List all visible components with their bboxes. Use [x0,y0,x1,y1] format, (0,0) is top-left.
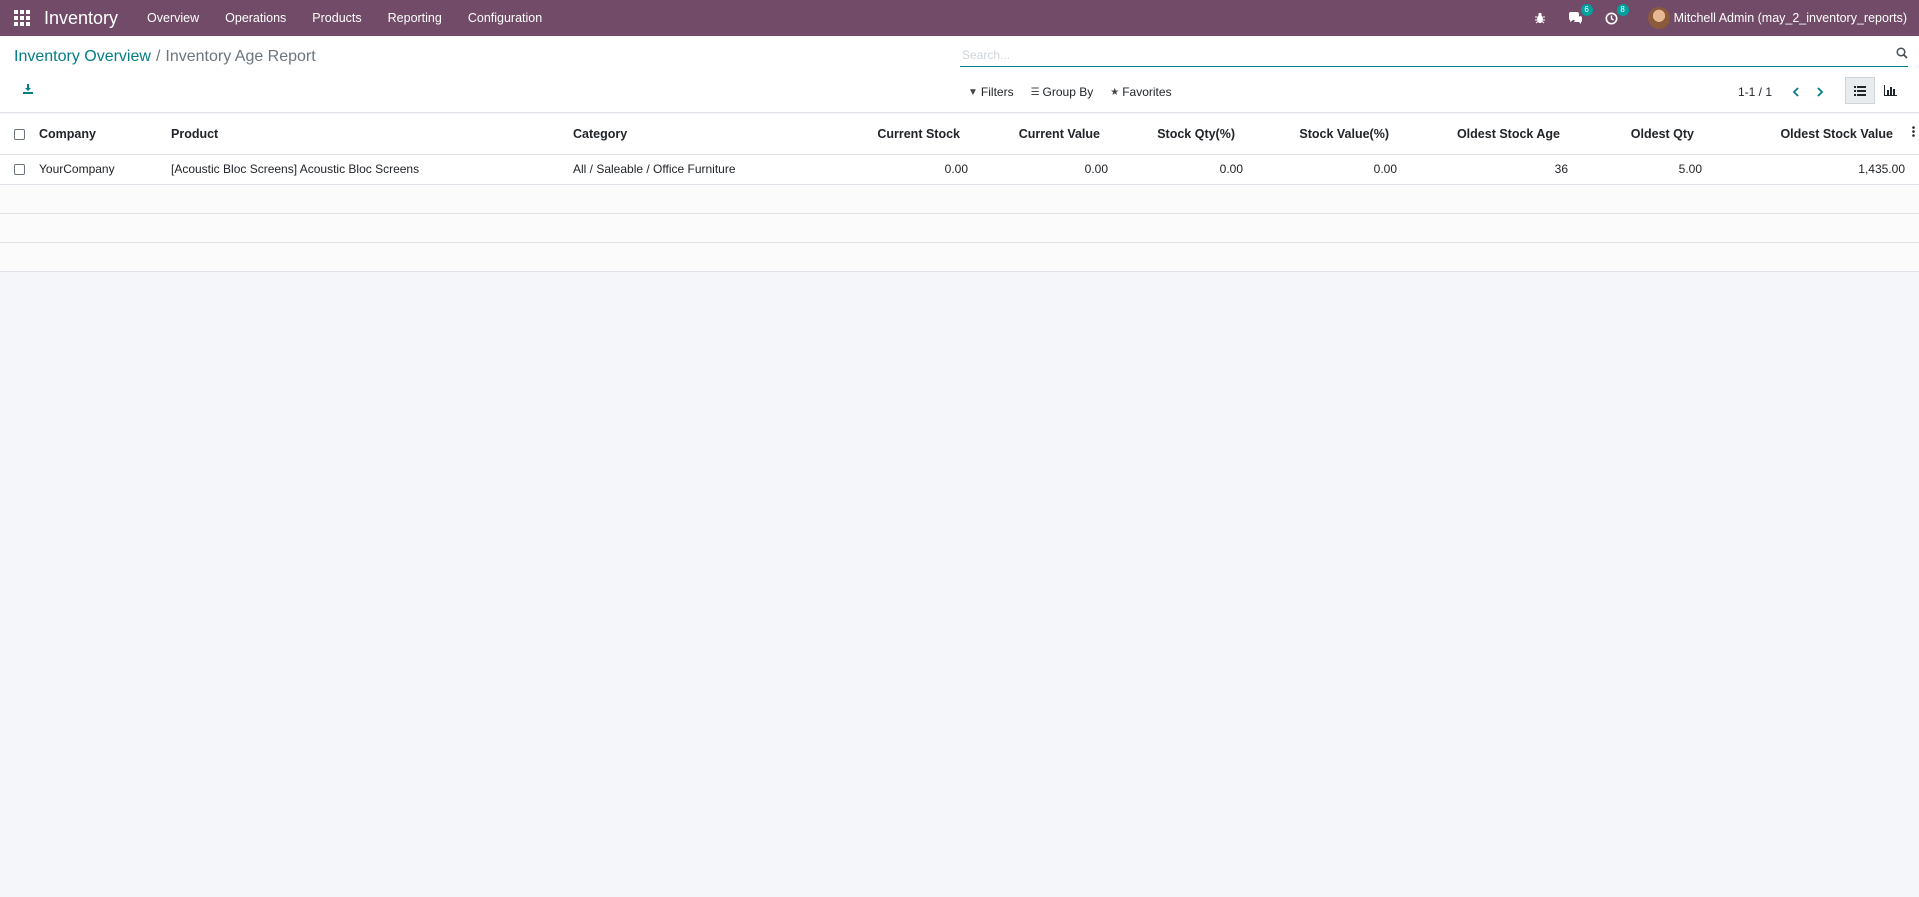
optional-columns-icon[interactable] [1912,126,1915,140]
empty-row-cell [0,242,1919,272]
breadcrumb-current: Inventory Age Report [165,48,316,65]
menu-reporting[interactable]: Reporting [375,0,455,36]
cell-stock-value-pct[interactable]: 0.00 [1249,154,1403,185]
row-select-cell [0,154,33,185]
bug-icon[interactable] [1532,10,1548,26]
main-menu: Overview Operations Products Reporting C… [134,0,555,36]
download-icon [23,84,33,94]
cell-current-stock[interactable]: 0.00 [834,154,974,185]
list-view: Company Product Category Current Stock C… [0,114,1919,272]
empty-row [0,184,1919,214]
apps-menu-icon[interactable] [0,0,44,36]
app-brand[interactable]: Inventory [44,8,118,29]
favorites-label: Favorites [1122,85,1172,99]
user-menu[interactable]: Mitchell Admin (may_2_inventory_reports) [1674,11,1907,25]
select-all-checkbox[interactable] [14,128,25,140]
star-icon: ★ [1110,86,1120,98]
group-by-button[interactable]: ☰ Group By [1031,85,1094,99]
empty-row-cell [0,184,1919,214]
list-icon [1854,85,1866,96]
empty-row [0,242,1919,272]
bar-chart-icon [1883,85,1897,96]
search-bar [960,45,1908,67]
menu-overview[interactable]: Overview [134,0,212,36]
col-current-value[interactable]: Current Value [974,114,1114,155]
favorites-button[interactable]: ★ Favorites [1110,85,1171,99]
col-stock-value-pct[interactable]: Stock Value(%) [1249,114,1403,155]
table-row[interactable]: YourCompany [Acoustic Bloc Screens] Acou… [0,154,1919,185]
col-oldest-stock-value-label: Oldest Stock Value [1780,126,1893,141]
messages-badge: 6 [1580,4,1593,16]
breadcrumb: Inventory Overview / Inventory Age Repor… [14,48,316,66]
chevron-right-icon [1817,87,1824,97]
graph-view-button[interactable] [1875,77,1905,104]
col-category[interactable]: Category [567,114,834,155]
bars-icon: ☰ [1030,86,1040,98]
table-header-row: Company Product Category Current Stock C… [0,114,1919,155]
download-xlsx-button[interactable] [22,83,34,98]
chevron-left-icon [1792,87,1799,97]
cell-product[interactable]: [Acoustic Bloc Screens] Acoustic Bloc Sc… [165,154,567,185]
menu-operations[interactable]: Operations [212,0,299,36]
col-stock-qty-pct[interactable]: Stock Qty(%) [1114,114,1249,155]
col-oldest-stock-value[interactable]: Oldest Stock Value [1708,114,1919,155]
inventory-age-table: Company Product Category Current Stock C… [0,114,1919,272]
col-oldest-stock-age[interactable]: Oldest Stock Age [1403,114,1574,155]
systray: 6 8 Mitchell Admin (may_2_inventory_repo… [1522,0,1907,36]
empty-row-cell [0,213,1919,243]
breadcrumb-inventory-overview[interactable]: Inventory Overview [14,48,151,66]
cell-oldest-stock-age[interactable]: 36 [1403,154,1574,185]
list-view-button[interactable] [1845,77,1875,104]
col-product[interactable]: Product [165,114,567,155]
filters-label: Filters [980,85,1014,99]
user-avatar[interactable] [1647,7,1670,29]
pager-next-button[interactable] [1812,84,1828,100]
top-navbar: Inventory Overview Operations Products R… [0,0,1919,36]
cell-oldest-stock-value[interactable]: 1,435.00 [1708,154,1919,185]
menu-products[interactable]: Products [299,0,374,36]
filters-button[interactable]: ▼ Filters [968,85,1014,99]
search-input[interactable] [960,45,1880,65]
cell-stock-qty-pct[interactable]: 0.00 [1114,154,1249,185]
col-current-stock[interactable]: Current Stock [834,114,974,155]
filter-icon: ▼ [968,86,978,98]
cell-company[interactable]: YourCompany [33,154,165,185]
row-checkbox[interactable] [14,164,25,176]
breadcrumb-separator: / [155,48,161,65]
search-panel-options: ▼ Filters ☰ Group By ★ Favorites [968,85,1189,99]
group-by-label: Group By [1042,85,1094,99]
control-panel: Inventory Overview / Inventory Age Repor… [0,36,1919,113]
messages-icon[interactable]: 6 [1568,4,1593,26]
cell-category[interactable]: All / Saleable / Office Furniture [567,154,834,185]
pager: 1-1 / 1 [1738,84,1836,100]
view-switcher [1845,77,1905,104]
activities-badge: 8 [1616,4,1629,16]
col-company[interactable]: Company [33,114,165,155]
pager-value[interactable]: 1-1 / 1 [1738,85,1772,99]
menu-configuration[interactable]: Configuration [455,0,555,36]
cell-oldest-qty[interactable]: 5.00 [1574,154,1708,185]
pager-previous-button[interactable] [1788,84,1804,100]
select-all-cell [0,114,33,155]
search-icon[interactable] [1896,47,1908,62]
empty-row [0,213,1919,243]
cell-current-value[interactable]: 0.00 [974,154,1114,185]
activities-clock-icon[interactable]: 8 [1604,4,1629,26]
col-oldest-qty[interactable]: Oldest Qty [1574,114,1708,155]
